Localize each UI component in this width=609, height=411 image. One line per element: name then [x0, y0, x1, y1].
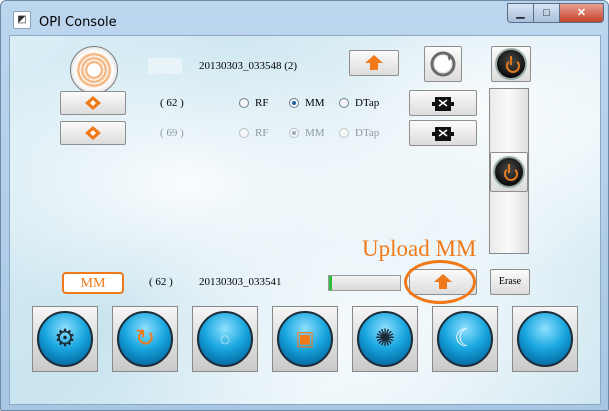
- orange-up-arrow-icon: [365, 55, 383, 63]
- slider-power-button[interactable]: [490, 152, 528, 192]
- minimize-button[interactable]: ▁: [507, 3, 534, 23]
- waveform-icon: ◌: [219, 329, 231, 349]
- window-controls: ▁ □ ✕: [507, 3, 604, 23]
- row2-radio-mm[interactable]: [289, 128, 299, 138]
- window-title: OPI Console: [39, 15, 117, 30]
- row1-action-button[interactable]: [409, 90, 477, 116]
- toolbar-button-signal[interactable]: ▣: [272, 306, 338, 372]
- moon-icon: ☾: [454, 325, 476, 352]
- row1-radio-rf[interactable]: [239, 98, 249, 108]
- app-icon: ◩: [13, 11, 31, 29]
- toolbar-button-gear[interactable]: ⚙: [32, 306, 98, 372]
- row2-action-button[interactable]: [409, 120, 477, 146]
- title-bar: ◩ OPI Console ▁ □ ✕: [1, 1, 608, 35]
- logo-icon[interactable]: [70, 46, 118, 94]
- progress-fill: [329, 276, 332, 290]
- toolbar-button-wave[interactable]: ◌: [192, 306, 258, 372]
- orange-cross-arrows-icon: [85, 96, 101, 110]
- refresh-icon: [430, 51, 456, 77]
- row1-count: ( 62 ): [160, 97, 184, 109]
- orange-cross-arrows-icon: [85, 126, 101, 140]
- row2-radio-dtap[interactable]: [339, 128, 349, 138]
- row1-radio-rf-label: RF: [255, 97, 269, 109]
- row1-radio-mm[interactable]: [289, 98, 299, 108]
- row2-move-button[interactable]: [60, 121, 126, 145]
- close-button[interactable]: ✕: [560, 3, 604, 23]
- orb: ✺: [357, 311, 413, 367]
- orb: ↻: [117, 311, 173, 367]
- upload-highlight-ring: [404, 260, 476, 304]
- power-icon: [495, 48, 527, 80]
- bottom-filename: 20130303_033541: [199, 276, 282, 288]
- power-icon: [493, 156, 525, 188]
- orb: ⚙: [37, 311, 93, 367]
- puzzle-icon: [432, 127, 454, 141]
- row2-radio-rf-label: RF: [255, 127, 269, 139]
- erase-label: Erase: [498, 276, 522, 287]
- row1-move-button[interactable]: [60, 91, 126, 115]
- orb: ▣: [277, 311, 333, 367]
- power-top-button[interactable]: [491, 46, 531, 82]
- gear-icon: ⚙: [54, 325, 76, 352]
- row2-radio-mm-label: MM: [305, 127, 325, 139]
- erase-button[interactable]: Erase: [490, 269, 530, 295]
- toolbar-button-rotate[interactable]: ↻: [112, 306, 178, 372]
- rotate-wave-icon: ↻: [134, 325, 156, 352]
- console-panel: 20130303_033548 (2) ( 62 ) RF MM DTap (…: [9, 35, 601, 405]
- mm-mode-text: MM: [80, 276, 106, 291]
- orb: ◌: [197, 311, 253, 367]
- bottom-count: ( 62 ): [149, 276, 173, 288]
- puzzle-icon: [432, 97, 454, 111]
- upload-progress-bar: [328, 275, 401, 291]
- upload-mm-label: Upload MM: [362, 236, 477, 261]
- orange-up-arrow-stem: [370, 63, 378, 70]
- main-window: ◩ OPI Console ▁ □ ✕ 20130303_033548 (2): [0, 0, 609, 411]
- row0-spacer: [148, 58, 182, 74]
- settings-badge-icon: ✺: [374, 325, 396, 352]
- row1-radio-dtap[interactable]: [339, 98, 349, 108]
- row1-radio-mm-label: MM: [305, 97, 325, 109]
- row1-radio-dtap-label: DTap: [355, 97, 380, 109]
- orb: ☾: [437, 311, 493, 367]
- row2-radio-rf[interactable]: [239, 128, 249, 138]
- row2-count: ( 69 ): [160, 127, 184, 139]
- mm-mode-label: MM: [62, 272, 124, 294]
- row2-radio-dtap-label: DTap: [355, 127, 380, 139]
- refresh-button[interactable]: [424, 46, 462, 82]
- maximize-button[interactable]: □: [534, 3, 560, 23]
- toolbar-button-moon[interactable]: ☾: [432, 306, 498, 372]
- top-filename: 20130303_033548 (2): [199, 60, 298, 72]
- signal-square-icon: ▣: [295, 328, 315, 350]
- toolbar-button-blank[interactable]: [512, 306, 578, 372]
- toolbar-button-settings[interactable]: ✺: [352, 306, 418, 372]
- upload-top-button[interactable]: [349, 50, 399, 76]
- blank-orb-icon: [517, 311, 573, 367]
